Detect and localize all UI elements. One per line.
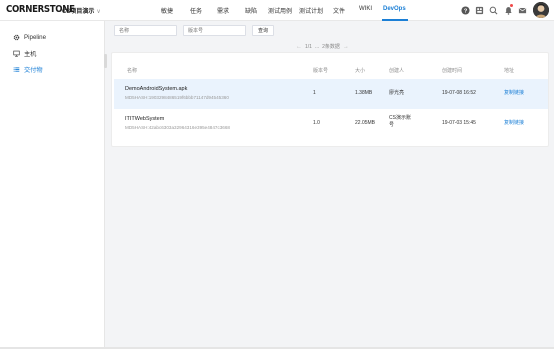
artifact-hash: MD5HASH:1903298486519f6bbb71147d94545360 <box>125 95 229 100</box>
deliverables-table: 名称 版本号 大小 创建人 创建时间 地址 DemoAndroidSystem.… <box>111 52 549 147</box>
nav-files[interactable]: 文件 <box>333 6 345 15</box>
sidebar-collapse-handle[interactable] <box>104 54 107 68</box>
copy-link-button[interactable]: 复制链接 <box>504 90 524 97</box>
page-indicator: 1/1 <box>305 43 312 50</box>
artifact-creator: 廖光亮 <box>389 90 405 96</box>
nav-wiki[interactable]: WIKI <box>359 6 372 12</box>
nav-test-cases[interactable]: 测试用例 <box>268 6 292 15</box>
column-header-version: 版本号 <box>313 68 329 74</box>
prev-page-button[interactable]: ← <box>296 44 302 50</box>
nav-defects[interactable]: 缺陷 <box>245 6 257 15</box>
copy-link-button[interactable]: 复制链接 <box>504 120 524 127</box>
nav-agile[interactable]: 敏捷 <box>161 6 173 15</box>
nav-requirements[interactable]: 需求 <box>217 6 229 15</box>
gear-icon <box>12 33 20 41</box>
sidebar-item-label: Pipeline <box>24 33 47 41</box>
column-header-creator: 创建人 <box>389 68 405 74</box>
top-navigation-bar: CORNERSTONE CS项目演示 ∨ 敏捷 任务 需求 缺陷 测试用例 测试计… <box>0 0 554 21</box>
notification-badge <box>510 4 513 7</box>
artifact-creator: CS演示账号 <box>389 115 411 128</box>
user-avatar[interactable] <box>533 2 549 18</box>
artifact-name: DemoAndroidSystem.apk <box>125 86 188 92</box>
nav-test-plans[interactable]: 测试计划 <box>299 6 323 15</box>
search-icon[interactable] <box>488 5 498 15</box>
version-filter-input[interactable] <box>183 25 246 36</box>
active-nav-indicator <box>382 19 408 21</box>
artifact-size: 22.05MB <box>355 120 376 126</box>
dashboard-icon[interactable] <box>474 5 484 15</box>
table-row[interactable]: ITITWebSystem MD5HASH:42abc6303a32964316… <box>114 111 548 141</box>
next-page-button[interactable]: → <box>343 44 349 50</box>
column-header-address: 地址 <box>504 68 515 74</box>
mail-icon[interactable] <box>517 5 527 15</box>
artifact-version: 1 <box>313 90 316 96</box>
name-filter-input[interactable] <box>114 25 177 36</box>
project-selector[interactable]: CS项目演示 ∨ <box>62 6 101 15</box>
artifact-hash: MD5HASH:42abc6303a32964316e395e4847c3668 <box>125 125 230 130</box>
page-ellipsis: ... <box>314 43 320 50</box>
sidebar-item-label: 主机 <box>24 51 37 58</box>
svg-text:?: ? <box>463 8 467 14</box>
table-row[interactable]: DemoAndroidSystem.apk MD5HASH:1903298486… <box>114 79 548 109</box>
project-name: CS项目演示 <box>62 9 95 15</box>
column-header-created-time: 创建时间 <box>442 68 463 74</box>
nav-devops[interactable]: DevOps <box>383 6 406 12</box>
chevron-down-icon: ∨ <box>96 9 101 15</box>
pagination: ← 1/1 ... 2条数据 → <box>296 43 349 51</box>
query-button[interactable]: 查询 <box>252 25 274 36</box>
column-header-size: 大小 <box>355 68 366 74</box>
sidebar-item-hosts[interactable]: 主机 <box>12 49 36 58</box>
sidebar-item-label: 交付物 <box>24 67 43 74</box>
sidebar: Pipeline 主机 交付物 <box>0 21 105 349</box>
monitor-icon <box>12 50 20 58</box>
sidebar-item-pipeline[interactable]: Pipeline <box>12 33 46 41</box>
nav-tasks[interactable]: 任务 <box>190 6 202 15</box>
column-header-name: 名称 <box>127 68 138 74</box>
artifact-name: ITITWebSystem <box>125 116 165 122</box>
help-icon[interactable]: ? <box>460 5 470 15</box>
total-count: 2条数据 <box>322 44 340 50</box>
artifact-created-time: 19-07-03 15:45 <box>442 120 476 126</box>
artifact-created-time: 19-07-08 16:52 <box>442 90 476 96</box>
artifact-size: 1.38MB <box>355 90 373 96</box>
sidebar-item-deliverables[interactable]: 交付物 <box>12 65 43 74</box>
list-icon <box>12 66 20 74</box>
artifact-version: 1.0 <box>313 120 320 126</box>
